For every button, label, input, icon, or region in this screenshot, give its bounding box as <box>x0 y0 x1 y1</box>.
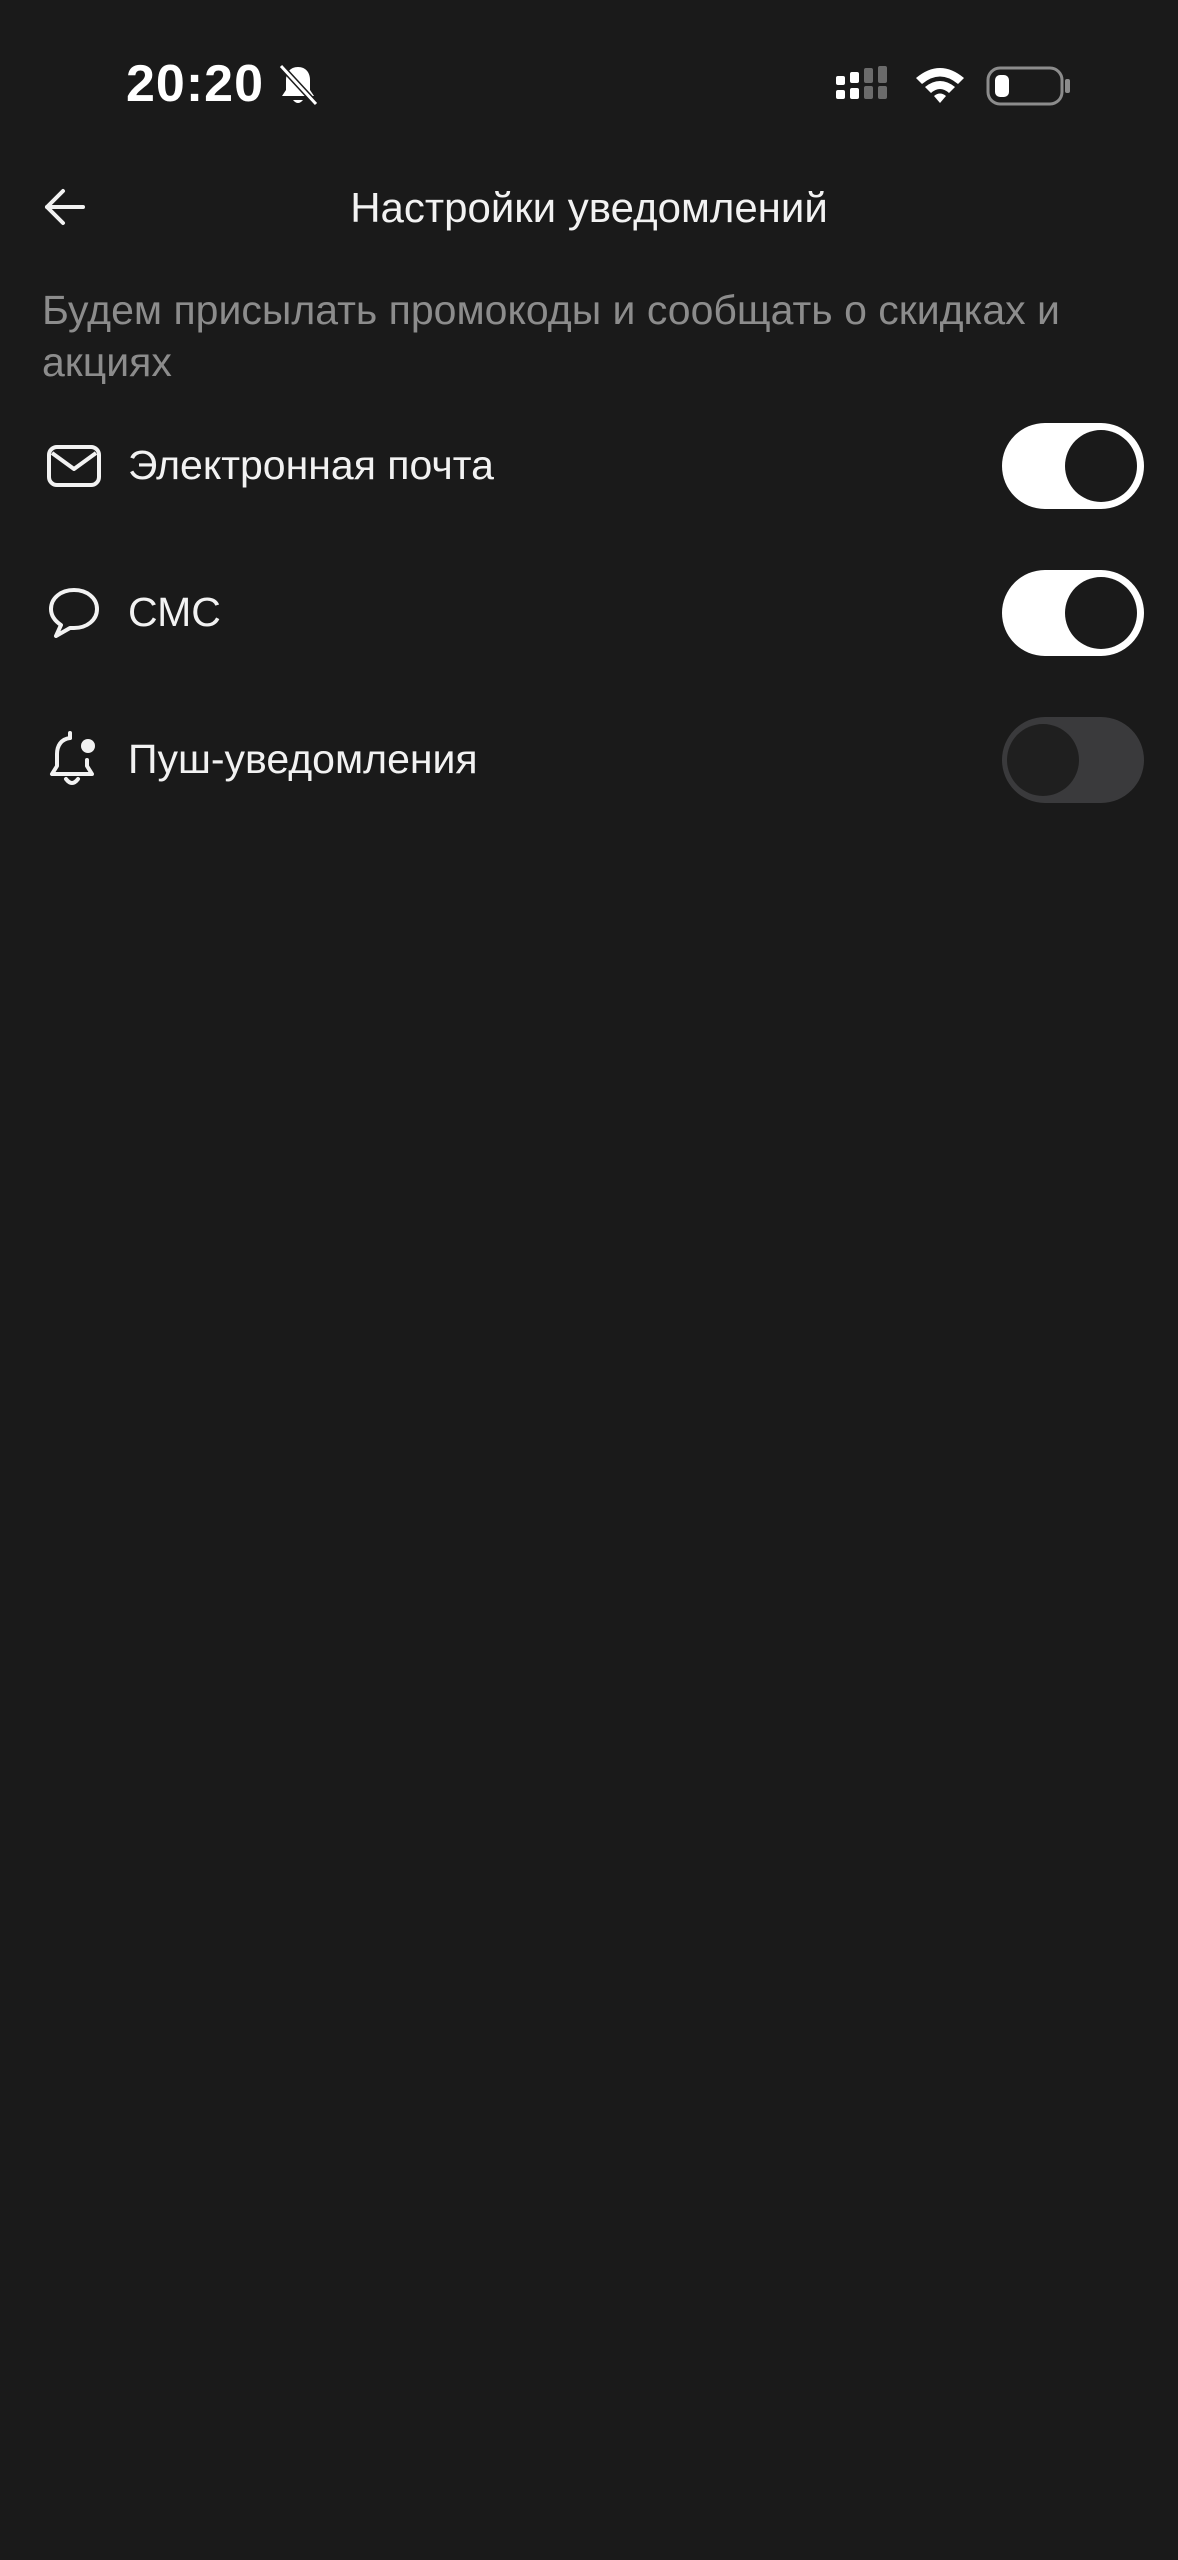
bell-muted-icon <box>278 63 319 107</box>
settings-list: Электронная почта СМС Пуш-уведомления <box>0 392 1178 833</box>
battery-icon <box>986 66 1070 106</box>
header: Настройки уведомлений <box>0 160 1178 260</box>
setting-label-sms: СМС <box>128 589 221 635</box>
status-bar: 20:20 <box>0 0 1178 150</box>
signal-icon <box>836 66 887 99</box>
bell-dot-icon <box>44 730 104 790</box>
setting-label-push: Пуш-уведомления <box>128 736 478 782</box>
toggle-knob <box>1065 576 1137 649</box>
chat-bubble-icon <box>44 583 104 643</box>
toggle-knob <box>1065 429 1137 502</box>
notification-settings-screen: 20:20 Настройки уведомлений Будем присыл… <box>0 0 1178 2560</box>
setting-row-sms: СМС <box>0 539 1178 686</box>
setting-row-push: Пуш-уведомления <box>0 686 1178 833</box>
setting-label-email: Электронная почта <box>128 442 494 488</box>
push-toggle[interactable] <box>1002 716 1144 803</box>
setting-row-email: Электронная почта <box>0 392 1178 539</box>
mail-icon <box>44 436 104 496</box>
page-title: Настройки уведомлений <box>350 184 828 231</box>
wifi-icon <box>916 68 964 103</box>
status-time: 20:20 <box>126 55 264 113</box>
email-toggle[interactable] <box>1002 422 1144 509</box>
toggle-knob <box>1007 723 1079 796</box>
sms-toggle[interactable] <box>1002 569 1144 656</box>
subtitle: Будем присылать промокоды и сообщать о с… <box>42 287 1060 385</box>
